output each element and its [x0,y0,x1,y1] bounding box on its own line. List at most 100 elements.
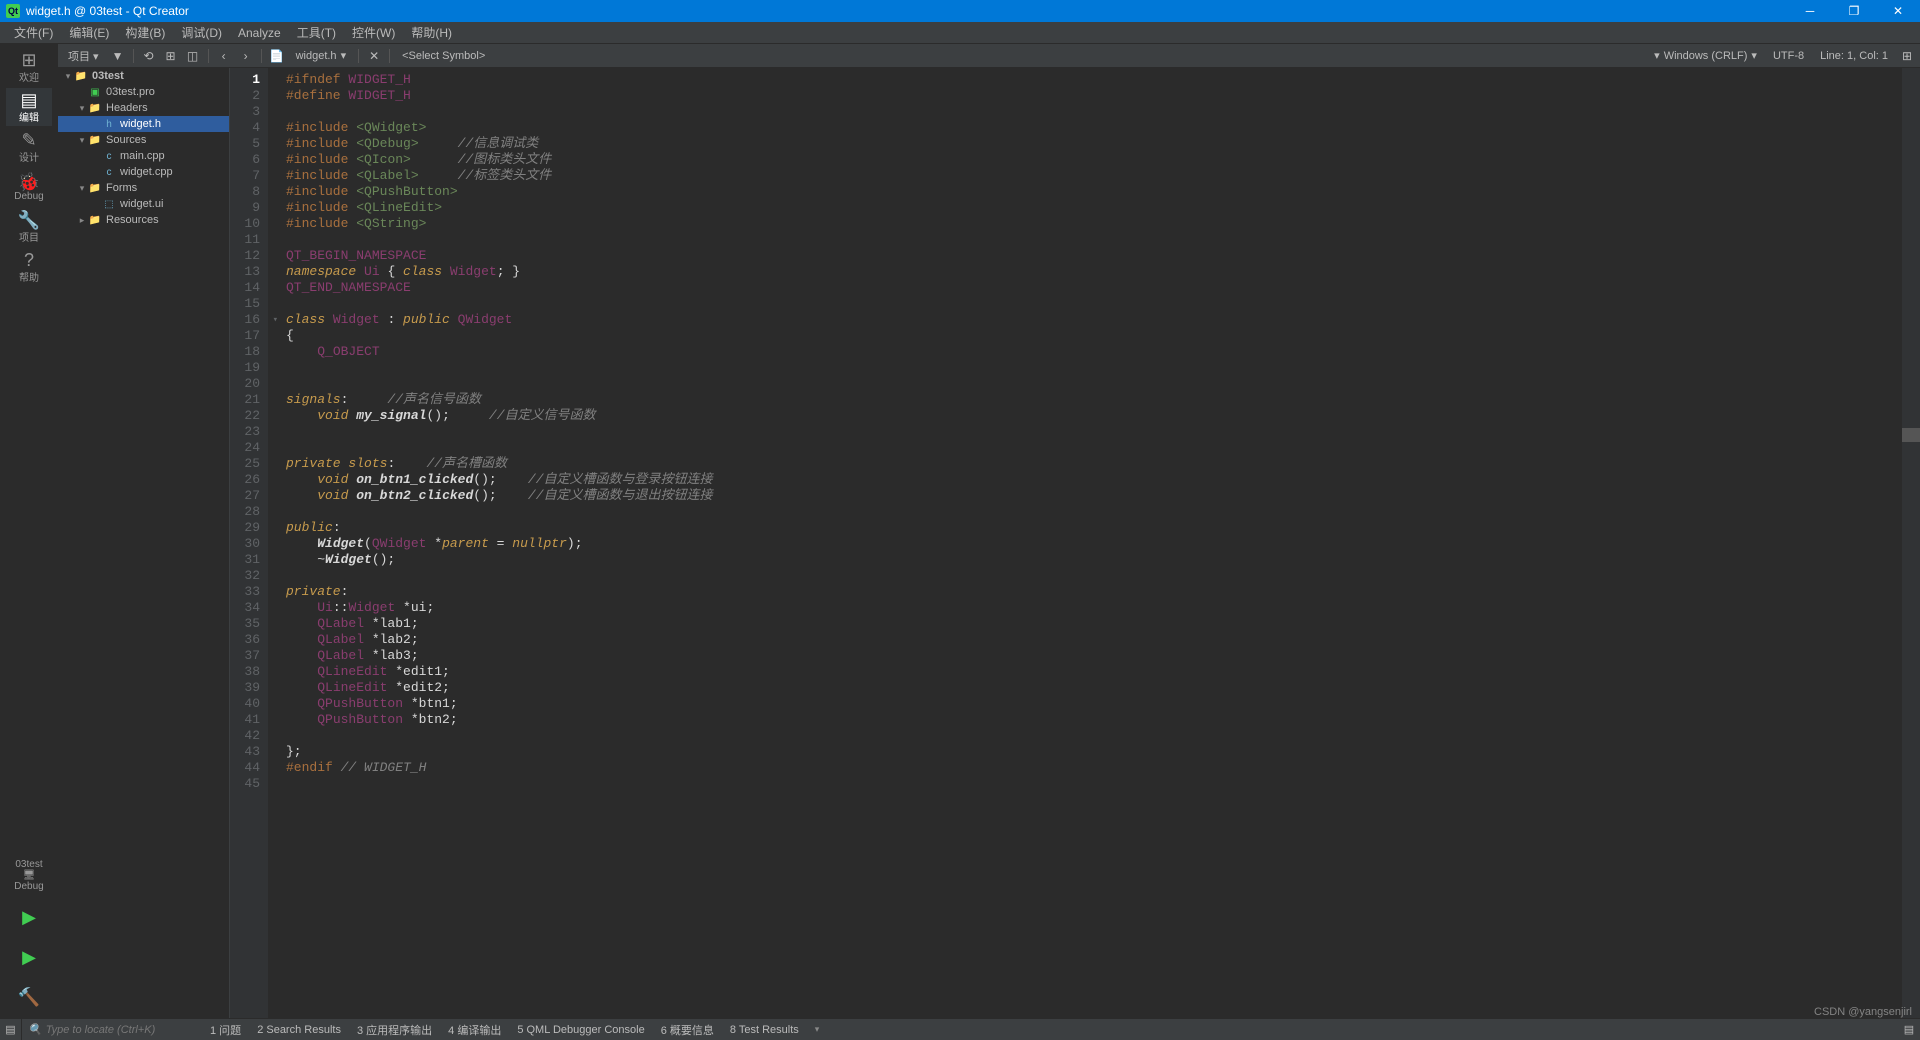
line-number[interactable]: 42 [230,728,260,744]
project-view-selector[interactable]: 项目 ▾ [62,48,105,64]
code-line[interactable]: void my_signal(); //自定义信号函数 [286,408,1902,424]
code-line[interactable] [286,504,1902,520]
menu-debug[interactable]: 调试(D) [173,22,230,43]
nav-back-button[interactable]: ‹ [215,47,233,65]
code-line[interactable]: QT_END_NAMESPACE [286,280,1902,296]
pane-search-results[interactable]: 2 Search Results [249,1019,349,1040]
line-number[interactable]: 41 [230,712,260,728]
line-number[interactable]: 40 [230,696,260,712]
code-line[interactable]: signals: //声名信号函数 [286,392,1902,408]
mode-edit[interactable]: ▤编辑 [6,88,52,126]
kit-selector[interactable]: 03test🖥Debug [6,859,52,892]
nav-forward-button[interactable]: › [237,47,255,65]
code-line[interactable]: Q_OBJECT [286,344,1902,360]
pane-compile-output[interactable]: 4 编译输出 [440,1019,509,1040]
tree-file-main-cpp[interactable]: cmain.cpp [58,148,229,164]
code-line[interactable]: { [286,328,1902,344]
code-line[interactable] [286,424,1902,440]
cursor-position[interactable]: Line: 1, Col: 1 [1814,50,1894,62]
line-number[interactable]: 23 [230,424,260,440]
tree-project-root[interactable]: ▾📁03test [58,68,229,84]
tree-pro-file[interactable]: ▣03test.pro [58,84,229,100]
menu-analyze[interactable]: Analyze [230,22,289,43]
pane-selector[interactable]: ▾ [807,1019,828,1040]
line-number[interactable]: 8 [230,184,260,200]
code-line[interactable]: #include <QLabel> //标签类头文件 [286,168,1902,184]
line-number[interactable]: 20 [230,376,260,392]
code-line[interactable] [286,440,1902,456]
line-number[interactable]: 26 [230,472,260,488]
code-line[interactable]: void on_btn1_clicked(); //自定义槽函数与登录按钮连接 [286,472,1902,488]
code-line[interactable]: Widget(QWidget *parent = nullptr); [286,536,1902,552]
line-number[interactable]: 32 [230,568,260,584]
code-line[interactable]: #ifndef WIDGET_H [286,72,1902,88]
tree-file-widget-ui[interactable]: ⬚widget.ui [58,196,229,212]
lineending-selector[interactable]: ▾ Windows (CRLF) ▾ [1648,49,1763,62]
line-number[interactable]: 30 [230,536,260,552]
line-number[interactable]: 14 [230,280,260,296]
code-line[interactable]: ~Widget(); [286,552,1902,568]
code-line[interactable]: }; [286,744,1902,760]
code-line[interactable]: void on_btn2_clicked(); //自定义槽函数与退出按钮连接 [286,488,1902,504]
mode-help[interactable]: ?帮助 [6,248,52,286]
tree-forms-folder[interactable]: ▾📁Forms [58,180,229,196]
close-tab-button[interactable]: ✕ [365,47,383,65]
code-line[interactable]: QPushButton *btn2; [286,712,1902,728]
line-number[interactable]: 7 [230,168,260,184]
line-number[interactable]: 37 [230,648,260,664]
code-line[interactable]: QPushButton *btn1; [286,696,1902,712]
code-line[interactable]: #include <QString> [286,216,1902,232]
code-line[interactable]: private: [286,584,1902,600]
menu-edit[interactable]: 编辑(E) [61,22,117,43]
line-number[interactable]: 22 [230,408,260,424]
line-number[interactable]: 21 [230,392,260,408]
code-line[interactable]: #endif // WIDGET_H [286,760,1902,776]
line-number[interactable]: 31 [230,552,260,568]
line-number[interactable]: 39 [230,680,260,696]
line-number[interactable]: 28 [230,504,260,520]
line-number[interactable]: 13 [230,264,260,280]
line-number[interactable]: 35 [230,616,260,632]
project-tree[interactable]: ▾📁03test ▣03test.pro ▾📁Headers hwidget.h… [58,68,230,1018]
split-button[interactable]: ◫ [184,47,202,65]
code-line[interactable]: QLabel *lab2; [286,632,1902,648]
code-line[interactable]: QLineEdit *edit1; [286,664,1902,680]
line-number[interactable]: 33 [230,584,260,600]
close-button[interactable]: ✕ [1876,0,1920,22]
encoding-selector[interactable]: UTF-8 [1767,50,1810,62]
line-number[interactable]: 15 [230,296,260,312]
line-number[interactable]: 34 [230,600,260,616]
maximize-button[interactable]: ❐ [1832,0,1876,22]
locate-input[interactable]: 🔍 Type to locate (Ctrl+K) [22,1023,202,1036]
menu-window[interactable]: 控件(W) [344,22,403,43]
progress-toggle-button[interactable]: ▤ [1898,1019,1920,1040]
line-number[interactable]: 1 [230,72,260,88]
code-line[interactable]: #define WIDGET_H [286,88,1902,104]
add-button[interactable]: ⊞ [162,47,180,65]
mode-welcome[interactable]: ⊞欢迎 [6,48,52,86]
code-line[interactable]: class Widget : public QWidget [286,312,1902,328]
line-number[interactable]: 43 [230,744,260,760]
line-number[interactable]: 12 [230,248,260,264]
tree-file-widget-h[interactable]: hwidget.h [58,116,229,132]
menu-tools[interactable]: 工具(T) [289,22,344,43]
code-line[interactable] [286,104,1902,120]
menu-build[interactable]: 构建(B) [117,22,173,43]
tree-headers-folder[interactable]: ▾📁Headers [58,100,229,116]
code-line[interactable]: private slots: //声名槽函数 [286,456,1902,472]
code-line[interactable]: QLineEdit *edit2; [286,680,1902,696]
code-line[interactable]: #include <QWidget> [286,120,1902,136]
code-line[interactable]: QT_BEGIN_NAMESPACE [286,248,1902,264]
code-line[interactable] [286,728,1902,744]
code-line[interactable]: #include <QIcon> //图标类头文件 [286,152,1902,168]
tree-resources-folder[interactable]: ▸📁Resources [58,212,229,228]
tree-sources-folder[interactable]: ▾📁Sources [58,132,229,148]
code-area[interactable]: #ifndef WIDGET_H#define WIDGET_H #include… [268,68,1902,1018]
pane-app-output[interactable]: 3 应用程序输出 [349,1019,440,1040]
line-number[interactable]: 29 [230,520,260,536]
pane-general-messages[interactable]: 6 概要信息 [653,1019,722,1040]
line-number[interactable]: 25 [230,456,260,472]
code-line[interactable]: public: [286,520,1902,536]
line-number[interactable]: 19 [230,360,260,376]
line-number[interactable]: 27 [230,488,260,504]
